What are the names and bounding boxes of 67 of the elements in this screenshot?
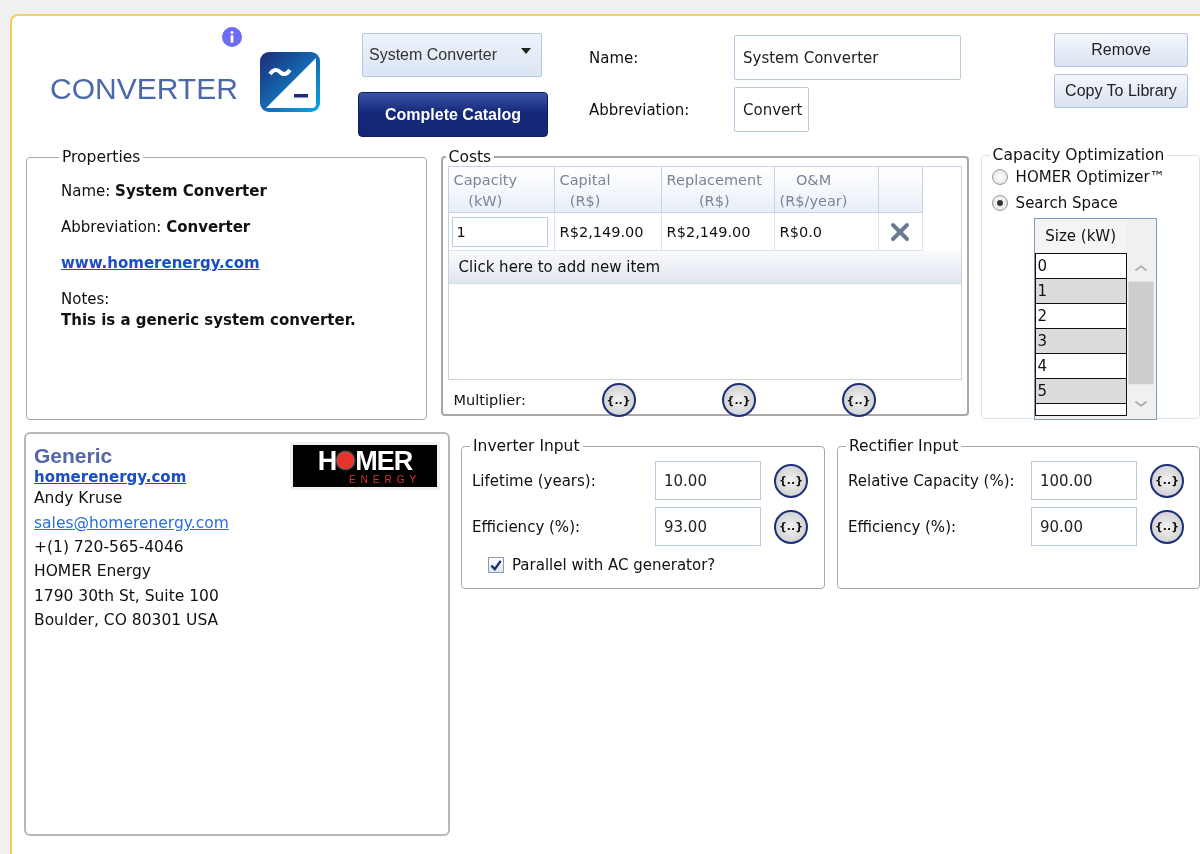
abbreviation-text: Abbreviation: Converter (61, 218, 252, 236)
table-cell[interactable]: 2 (1034, 304, 1127, 329)
address-line: Boulder, CO 80301 USA (34, 610, 220, 631)
caret-icon (521, 48, 531, 54)
address-line: HOMER Energy (34, 561, 152, 582)
sensitivity-button[interactable]: {..} (774, 463, 808, 498)
table-cell[interactable]: 4 (1034, 354, 1127, 379)
radio-button[interactable] (991, 195, 1008, 211)
radio-label: HOMER Optimizer™ (1015, 168, 1165, 186)
column-header: Capacity (kW) (448, 167, 555, 213)
column-header: O&M (R$/year) (774, 167, 879, 213)
notes-label: Notes: (61, 290, 111, 308)
sensitivity-button[interactable]: {..} (721, 383, 756, 417)
checkbox[interactable] (488, 557, 504, 573)
website-link[interactable]: homerenergy.com (34, 468, 229, 486)
value-field[interactable]: 90.00 (1031, 507, 1137, 546)
value-field[interactable]: 93.00 (655, 507, 761, 546)
email-link[interactable]: sales@homerenergy.com (34, 510, 229, 535)
field-label: Relative Capacity (%): (848, 471, 1016, 490)
info-icon[interactable] (222, 27, 242, 47)
sensitivity-button[interactable]: {..} (1150, 463, 1184, 498)
table-cell[interactable]: 3 (1034, 329, 1127, 354)
panel-legend: Inverter Input (470, 437, 583, 455)
capacity-field[interactable]: 1 (451, 216, 548, 247)
field-label: Lifetime (years): (472, 471, 597, 490)
notes-text: This is a generic system converter. (61, 311, 357, 329)
table-cell[interactable]: 0 (1034, 253, 1127, 279)
column-header: Size (kW) (1034, 219, 1127, 253)
abbreviation-field[interactable]: Convert (734, 87, 809, 132)
action-button[interactable]: Copy To Library (1054, 74, 1188, 108)
name-text: Name: System Converter (61, 182, 268, 200)
action-button[interactable]: Remove (1054, 33, 1188, 67)
vendor-logo: H MER ENERGY (290, 442, 440, 490)
value-field[interactable]: 10.00 (655, 461, 761, 500)
sensitivity-button[interactable]: {..} (1150, 509, 1184, 544)
field-label: Efficiency (%): (472, 517, 582, 536)
converter-icon (260, 52, 320, 112)
component-dropdown[interactable]: System Converter (362, 33, 542, 77)
column-header: Capital (R$) (554, 167, 662, 213)
checkbox-label: Parallel with AC generator? (512, 556, 716, 574)
name-label: Name: (589, 48, 640, 67)
table-cell[interactable]: 5 (1034, 379, 1127, 404)
radio-label: Search Space (1015, 194, 1118, 212)
panel-legend: Properties (59, 148, 144, 166)
table-cell[interactable]: 1 (1034, 279, 1127, 304)
multiplier-label: Multiplier: (453, 392, 527, 408)
contact-name: Andy Kruse (34, 488, 124, 509)
sensitivity-button[interactable]: {..} (601, 383, 636, 417)
abbreviation-label: Abbreviation: (589, 100, 691, 119)
delete-icon[interactable] (890, 221, 911, 242)
address-line: 1790 30th St, Suite 100 (34, 585, 220, 607)
component-title: CONVERTER (50, 72, 239, 106)
add-item-row[interactable]: Click here to add new item (448, 251, 961, 284)
name-field[interactable]: System Converter (734, 35, 961, 80)
address-line: +(1) 720-565-4046 (34, 536, 185, 558)
panel-legend: Costs (445, 148, 495, 166)
panel-legend: Rectifier Input (846, 437, 962, 455)
vendor-name: Generic (34, 444, 114, 468)
sensitivity-button[interactable]: {..} (774, 509, 808, 544)
column-header: Replacement (R$) (661, 167, 775, 213)
website-link[interactable]: www.homerenergy.com (61, 254, 426, 272)
field-label: Efficiency (%): (848, 517, 958, 536)
panel-legend: Capacity Optimization (989, 146, 1168, 164)
sensitivity-button[interactable]: {..} (841, 383, 876, 417)
radio-button[interactable] (991, 169, 1008, 185)
catalog-button[interactable]: Complete Catalog (358, 92, 548, 137)
value-field[interactable]: 100.00 (1031, 461, 1137, 500)
